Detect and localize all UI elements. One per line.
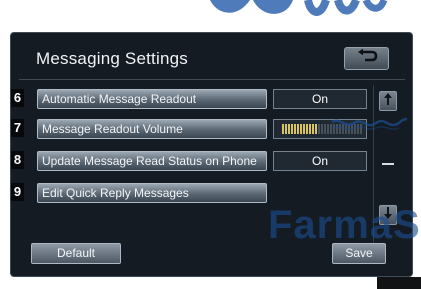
volume-segment (294, 124, 296, 134)
setting-number-6: 6 (11, 89, 24, 107)
scroll-position-indicator[interactable] (382, 163, 394, 165)
setting-label: Update Message Read Status on Phone (42, 154, 257, 168)
save-button-label: Save (345, 246, 373, 260)
volume-segment (306, 124, 308, 134)
volume-segment (318, 124, 320, 134)
volume-segment (309, 124, 311, 134)
setting-message-readout-volume[interactable]: Message Readout Volume (37, 119, 267, 139)
back-arrow-icon (355, 48, 379, 69)
setting-edit-quick-reply-messages[interactable]: Edit Quick Reply Messages (37, 183, 267, 203)
setting-label: Message Readout Volume (42, 122, 183, 136)
volume-segment (339, 124, 341, 134)
volume-segment (351, 124, 353, 134)
volume-segment (330, 124, 332, 134)
setting-value: On (311, 92, 328, 106)
watermark-top-graphic (210, 0, 388, 16)
volume-segment (303, 124, 305, 134)
volume-segment (336, 124, 338, 134)
setting-label: Automatic Message Readout (42, 92, 197, 106)
setting-number-9: 9 (11, 183, 24, 201)
volume-segment (291, 124, 293, 134)
volume-segment (312, 124, 314, 134)
setting-update-message-read-status[interactable]: Update Message Read Status on Phone (37, 151, 267, 171)
corner-label (377, 277, 421, 289)
update-message-read-status-value[interactable]: On (273, 151, 367, 171)
automatic-message-readout-value[interactable]: On (273, 89, 367, 109)
scroll-down-icon (383, 206, 393, 225)
default-button[interactable]: Default (31, 243, 121, 264)
volume-segment (327, 124, 329, 134)
volume-segment (297, 124, 299, 134)
back-button[interactable] (344, 47, 389, 70)
volume-segment (357, 124, 359, 134)
volume-segment (348, 124, 350, 134)
setting-number-7: 7 (11, 119, 24, 137)
volume-segment (342, 124, 344, 134)
default-button-label: Default (56, 246, 96, 260)
page-title: Messaging Settings (36, 49, 188, 68)
volume-segment (288, 124, 290, 134)
scroll-up-icon (383, 92, 393, 111)
header-divider (19, 79, 405, 80)
volume-segment (282, 124, 284, 134)
volume-segment (300, 124, 302, 134)
volume-segment (345, 124, 347, 134)
setting-automatic-message-readout[interactable]: Automatic Message Readout (37, 89, 267, 109)
message-readout-volume-meter[interactable] (273, 119, 367, 139)
volume-segment (354, 124, 356, 134)
volume-segment (324, 124, 326, 134)
volume-segment (333, 124, 335, 134)
volume-segment (315, 124, 317, 134)
save-button[interactable]: Save (332, 243, 386, 264)
volume-segment (360, 124, 362, 134)
scroll-up-button[interactable] (379, 91, 397, 111)
scroll-down-button[interactable] (379, 205, 397, 225)
setting-label: Edit Quick Reply Messages (42, 186, 189, 200)
setting-value: On (311, 154, 328, 168)
volume-bars (282, 124, 362, 134)
volume-segment (285, 124, 287, 134)
setting-number-8: 8 (11, 151, 24, 169)
messaging-settings-screen: Messaging Settings 6 Automatic Message R… (10, 32, 413, 277)
volume-segment (321, 124, 323, 134)
